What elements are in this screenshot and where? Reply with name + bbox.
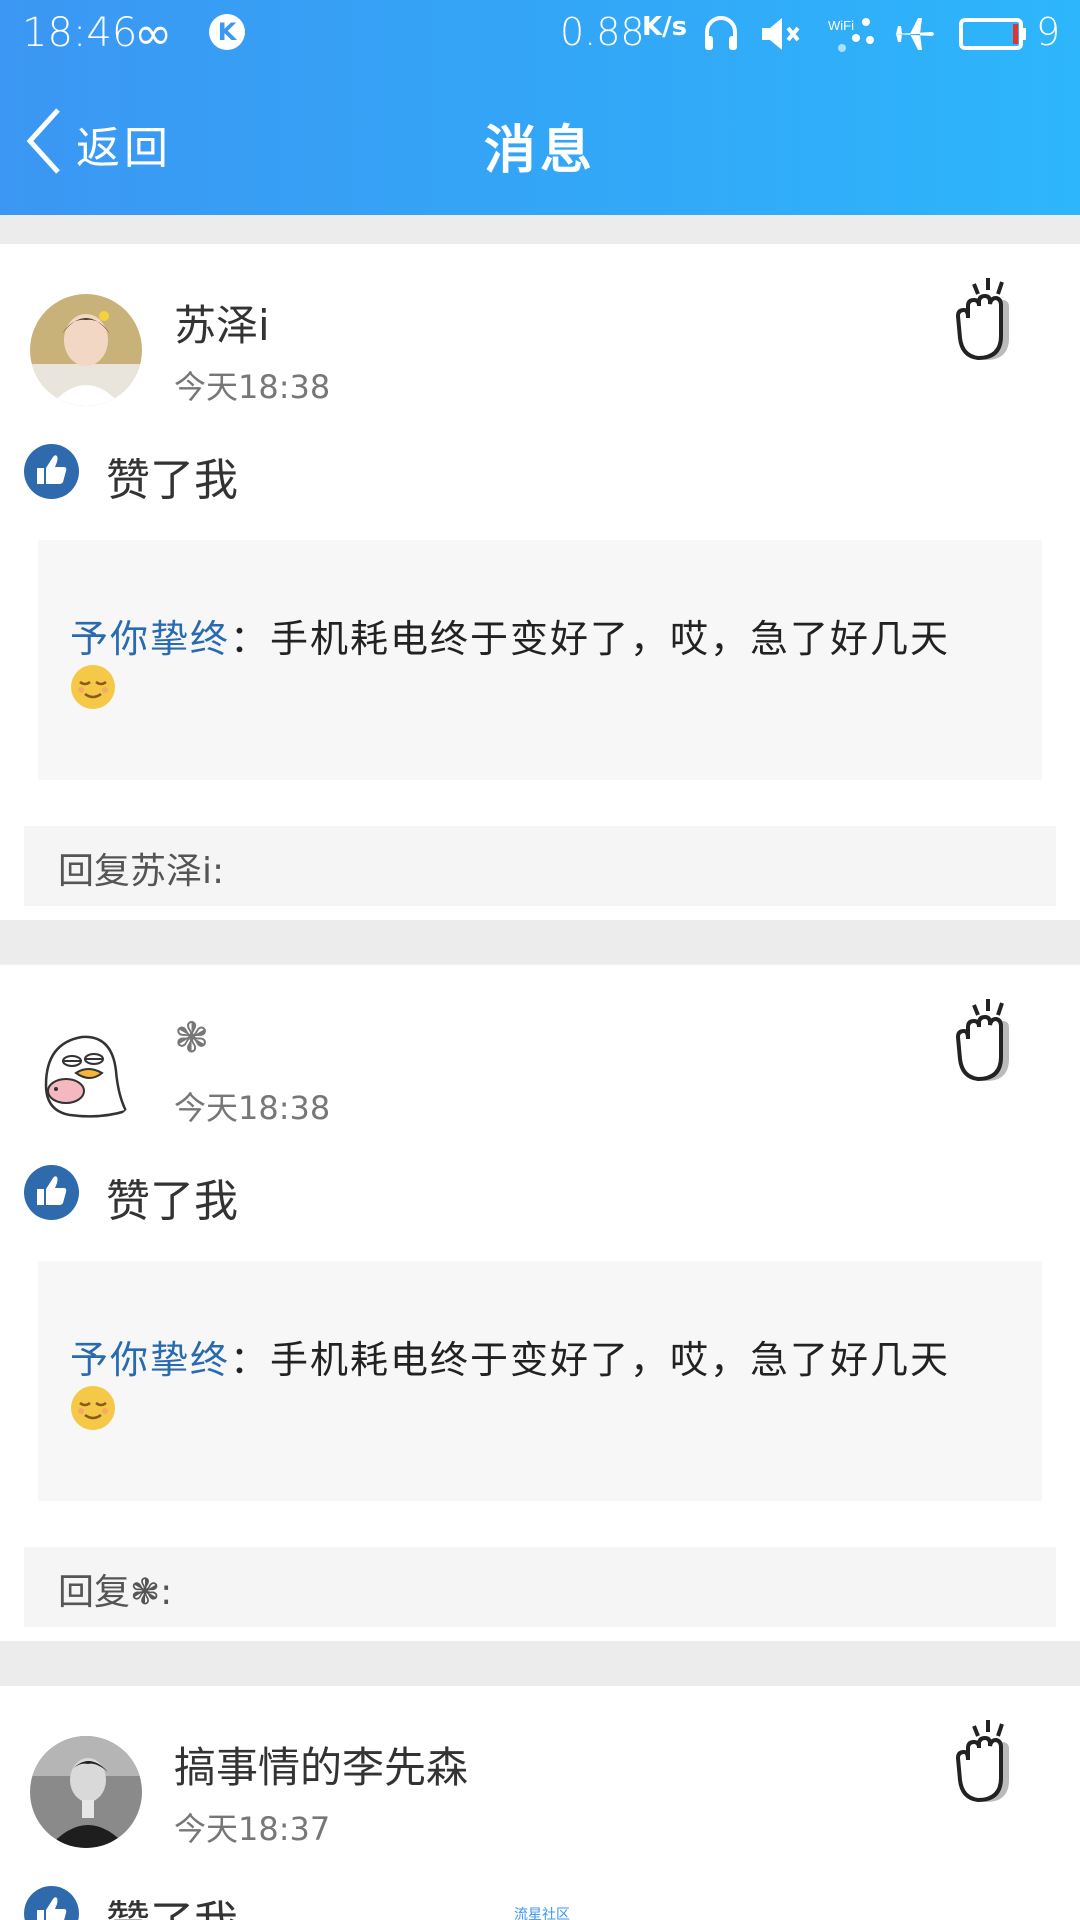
airplane-icon	[894, 18, 934, 50]
avatar[interactable]	[30, 1736, 142, 1848]
network-speed-unit: K/s	[642, 12, 688, 42]
wave-hand-icon[interactable]	[952, 274, 1032, 364]
thumbs-up-icon	[24, 1165, 79, 1220]
thumbs-up-icon	[24, 444, 79, 499]
reply-input[interactable]: 回复苏泽i:	[24, 826, 1056, 906]
quoted-post-author[interactable]: 予你挚终	[70, 1338, 230, 1382]
user-name[interactable]: 苏泽i	[174, 292, 270, 353]
mute-icon	[762, 18, 800, 50]
relieved-face-emoji-icon	[71, 1386, 115, 1430]
message-card: 搞事情的李先森 今天18:37 赞了我 流星社区	[0, 1686, 1080, 1920]
user-name[interactable]: ❃	[174, 1013, 209, 1062]
k-app-icon: K	[209, 14, 245, 50]
battery-level: 9	[1036, 10, 1061, 54]
svg-text:WiFi: WiFi	[828, 18, 854, 33]
quoted-post-text: 予你挚终：手机耗电终于变好了，哎，急了好几天	[70, 608, 950, 663]
relieved-face-emoji-icon	[71, 665, 115, 709]
wifi-icon: WiFi	[828, 18, 874, 52]
like-action-text: 赞了我	[106, 1886, 238, 1920]
quoted-post[interactable]: 予你挚终：手机耗电终于变好了，哎，急了好几天	[38, 540, 1042, 780]
reply-placeholder: 回复❃:	[58, 1572, 173, 1613]
status-time: 18:46	[22, 10, 138, 56]
quoted-post-body: 手机耗电终于变好了，哎，急了好几天	[270, 1338, 951, 1382]
timestamp: 今天18:38	[174, 1089, 331, 1127]
avatar[interactable]	[30, 1015, 142, 1127]
like-action-text: 赞了我	[106, 1176, 238, 1227]
quoted-post-body: 手机耗电终于变好了，哎，急了好几天	[270, 617, 951, 661]
timestamp: 今天18:37	[174, 1810, 331, 1848]
message-card: 苏泽i 今天18:38 赞了我 予你挚终：手机耗电终于变好了，哎，急了好几天 回…	[0, 244, 1080, 920]
thumbs-up-icon	[24, 1886, 79, 1920]
quoted-post[interactable]: 予你挚终：手机耗电终于变好了，哎，急了好几天	[38, 1261, 1042, 1501]
user-name[interactable]: 搞事情的李先森	[174, 1734, 468, 1795]
network-speed: 0.88	[560, 10, 645, 54]
wave-hand-icon[interactable]	[952, 1716, 1032, 1806]
wave-hand-icon[interactable]	[952, 995, 1032, 1085]
like-action-text: 赞了我	[106, 455, 238, 506]
message-card: ❃ 今天18:38 赞了我 予你挚终：手机耗电终于变好了，哎，急了好几天 回复❃…	[0, 965, 1080, 1641]
timestamp: 今天18:38	[174, 368, 331, 406]
avatar-duck-cartoon	[44, 1035, 128, 1118]
quoted-post-separator: ：	[230, 617, 271, 661]
battery-icon	[959, 18, 1026, 50]
avatar-photo	[30, 294, 142, 406]
quoted-post-author[interactable]: 予你挚终	[70, 617, 230, 661]
quoted-post-separator: ：	[230, 1338, 271, 1382]
avatar-photo	[30, 1736, 142, 1848]
status-bar: 18:46 ∞ K 0.88 K/s WiFi 9	[0, 0, 1080, 66]
page-title: 消息	[483, 121, 596, 181]
reply-placeholder: 回复苏泽i:	[58, 851, 225, 892]
headphones-icon	[705, 16, 737, 50]
infinity-icon: ∞	[134, 6, 173, 60]
quoted-post-text: 予你挚终：手机耗电终于变好了，哎，急了好几天	[70, 1329, 950, 1384]
reply-input[interactable]: 回复❃:	[24, 1547, 1056, 1627]
avatar[interactable]	[30, 294, 142, 406]
watermark: 流星社区	[514, 1907, 570, 1920]
app-header: 18:46 ∞ K 0.88 K/s WiFi 9 返回 消息	[0, 0, 1080, 215]
